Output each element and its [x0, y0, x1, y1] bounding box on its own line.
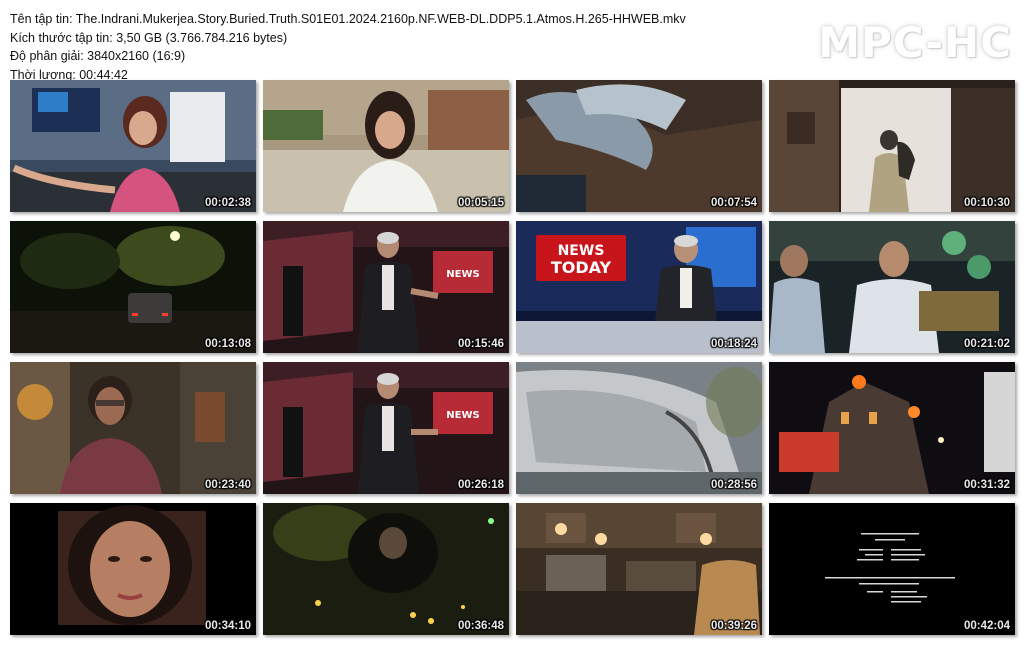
timestamp-label: 00:34:10	[204, 620, 251, 632]
timestamp-label: 00:05:15	[457, 197, 504, 209]
frame-image	[516, 80, 762, 212]
thumbnail-14[interactable]: 00:36:48	[263, 503, 509, 635]
timestamp-label: 00:36:48	[457, 620, 504, 632]
thumbnail-12[interactable]: 00:31:32	[769, 362, 1015, 494]
timestamp-label: 00:13:08	[204, 338, 251, 350]
frame-image	[263, 80, 509, 212]
thumbnail-1[interactable]: 00:02:38	[10, 80, 256, 212]
news-title-text: NEWS	[558, 243, 605, 259]
today-title-text: TODAY	[551, 258, 612, 277]
thumbnail-7[interactable]: NEWS TODAY 00:18:24	[516, 221, 762, 353]
thumbnail-15[interactable]: 00:39:26	[516, 503, 762, 635]
thumbnail-6[interactable]: NEWS 00:15:46	[263, 221, 509, 353]
thumbnail-10[interactable]: NEWS 00:26:18	[263, 362, 509, 494]
frame-image	[769, 80, 1015, 212]
timestamp-label: 00:02:38	[204, 197, 251, 209]
frame-image	[10, 362, 256, 494]
timestamp-label: 00:15:46	[457, 338, 504, 350]
thumbnail-16[interactable]: 00:42:04	[769, 503, 1015, 635]
timestamp-label: 00:28:56	[710, 479, 757, 491]
thumbnail-grid: 00:02:38 00:05:15 00:07:54 00:10:30 00:1…	[0, 0, 1024, 646]
thumbnail-8[interactable]: 00:21:02	[769, 221, 1015, 353]
timestamp-label: 00:07:54	[710, 197, 757, 209]
news-screen-text: NEWS	[446, 269, 479, 280]
frame-image	[10, 80, 256, 212]
timestamp-label: 00:42:04	[963, 620, 1010, 632]
thumbnail-11[interactable]: 00:28:56	[516, 362, 762, 494]
frame-image	[769, 503, 1015, 635]
frame-image	[516, 503, 762, 635]
frame-image: NEWS	[263, 362, 509, 494]
timestamp-label: 00:10:30	[963, 197, 1010, 209]
frame-image	[516, 362, 762, 494]
timestamp-label: 00:23:40	[204, 479, 251, 491]
timestamp-label: 00:21:02	[963, 338, 1010, 350]
thumbnail-9[interactable]: 00:23:40	[10, 362, 256, 494]
frame-image: NEWS TODAY	[516, 221, 762, 353]
frame-image: NEWS	[263, 221, 509, 353]
news-screen-text: NEWS	[446, 410, 479, 421]
thumbnail-2[interactable]: 00:05:15	[263, 80, 509, 212]
timestamp-label: 00:39:26	[710, 620, 757, 632]
frame-image	[263, 503, 509, 635]
timestamp-label: 00:18:24	[710, 338, 757, 350]
frame-image	[10, 503, 256, 635]
thumbnail-5[interactable]: 00:13:08	[10, 221, 256, 353]
timestamp-label: 00:31:32	[963, 479, 1010, 491]
timestamp-label: 00:26:18	[457, 479, 504, 491]
thumbnail-3[interactable]: 00:07:54	[516, 80, 762, 212]
thumbnail-4[interactable]: 00:10:30	[769, 80, 1015, 212]
thumbnail-13[interactable]: 00:34:10	[10, 503, 256, 635]
frame-image	[10, 221, 256, 353]
frame-image	[769, 362, 1015, 494]
frame-image	[769, 221, 1015, 353]
